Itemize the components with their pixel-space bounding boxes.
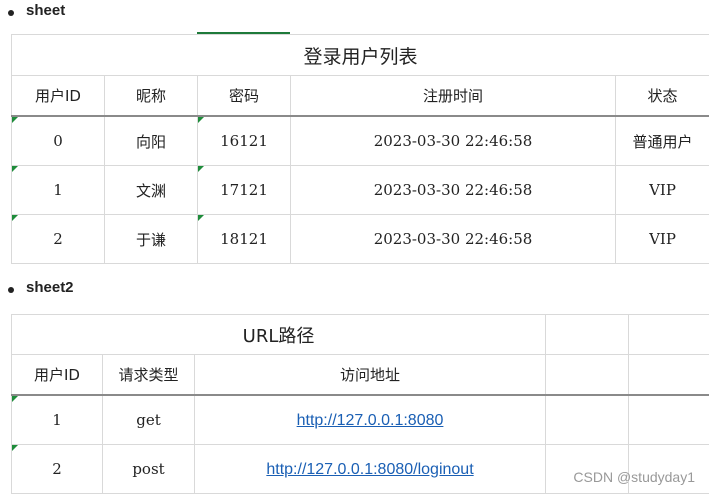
header-status[interactable]: 状态	[614, 75, 709, 117]
number-as-text-marker-icon	[12, 215, 18, 221]
cell-nickname[interactable]: 文渊	[104, 165, 198, 215]
cell-access-url[interactable]: http://127.0.0.1:8080/loginout	[193, 444, 547, 494]
number-as-text-marker-icon	[198, 166, 204, 172]
cell-user-id[interactable]: 2	[11, 214, 105, 264]
cell-request-type[interactable]: post	[102, 444, 195, 494]
empty-cell[interactable]	[545, 354, 630, 396]
cell-password[interactable]: 16121	[197, 115, 291, 166]
cell-status[interactable]: VIP	[614, 165, 709, 215]
empty-cell[interactable]	[628, 314, 709, 355]
number-as-text-marker-icon	[12, 445, 18, 451]
number-as-text-marker-icon	[12, 166, 18, 172]
cell-user-id[interactable]: 1	[11, 165, 105, 215]
number-as-text-marker-icon	[12, 396, 18, 402]
empty-cell[interactable]	[545, 314, 630, 355]
bullet-icon	[8, 287, 14, 293]
number-as-text-marker-icon	[12, 117, 18, 123]
header-nickname[interactable]: 昵称	[104, 75, 198, 117]
cell-user-id[interactable]: 2	[11, 444, 103, 494]
number-as-text-marker-icon	[198, 215, 204, 221]
sheet1-table: 登录用户列表 用户ID 昵称 密码 注册时间 状态 0 向阳 16121 202…	[10, 34, 709, 264]
cell-password[interactable]: 18121	[197, 214, 291, 264]
header-register-time[interactable]: 注册时间	[290, 75, 616, 117]
header-password[interactable]: 密码	[197, 75, 291, 117]
table-row: 2 于谦 18121 2023-03-30 22:46:58 VIP	[11, 214, 709, 264]
cell-access-url[interactable]: http://127.0.0.1:8080	[193, 394, 547, 445]
sheet2-table: URL路径 用户ID 请求类型 访问地址 1 get http://127.0.…	[10, 314, 709, 494]
cell-status[interactable]: 普通用户	[614, 115, 709, 166]
cell-register-time[interactable]: 2023-03-30 22:46:58	[290, 115, 616, 166]
cell-request-type[interactable]: get	[102, 394, 195, 445]
header-request-type[interactable]: 请求类型	[102, 354, 195, 396]
cell-password[interactable]: 17121	[197, 165, 291, 215]
sheet2-heading: sheet2	[26, 279, 74, 296]
header-user-id[interactable]: 用户ID	[11, 354, 103, 396]
sheet1-heading: sheet	[26, 2, 66, 19]
cell-user-id[interactable]: 1	[11, 394, 103, 445]
number-as-text-marker-icon	[198, 117, 204, 123]
sheet2-table-title: URL路径	[10, 314, 547, 355]
header-user-id[interactable]: 用户ID	[11, 75, 105, 117]
table-row: 1 get http://127.0.0.1:8080	[11, 394, 709, 445]
bullet-icon	[8, 10, 14, 16]
table-row: 0 向阳 16121 2023-03-30 22:46:58 普通用户	[11, 115, 709, 166]
empty-cell[interactable]	[545, 394, 630, 445]
table-row: 1 文渊 17121 2023-03-30 22:46:58 VIP	[11, 165, 709, 215]
cell-register-time[interactable]: 2023-03-30 22:46:58	[290, 165, 616, 215]
header-access-url[interactable]: 访问地址	[193, 354, 547, 396]
empty-cell[interactable]	[628, 394, 709, 445]
url-link[interactable]: http://127.0.0.1:8080	[297, 412, 444, 429]
sheet1-table-title: 登录用户列表	[10, 34, 709, 76]
cell-nickname[interactable]: 于谦	[104, 214, 198, 264]
empty-cell[interactable]	[628, 354, 709, 396]
cell-user-id[interactable]: 0	[11, 115, 105, 166]
cell-status[interactable]: VIP	[614, 214, 709, 264]
cell-nickname[interactable]: 向阳	[104, 115, 198, 166]
watermark: CSDN @studyday1	[573, 469, 695, 485]
cell-register-time[interactable]: 2023-03-30 22:46:58	[290, 214, 616, 264]
url-link[interactable]: http://127.0.0.1:8080/loginout	[266, 461, 473, 478]
